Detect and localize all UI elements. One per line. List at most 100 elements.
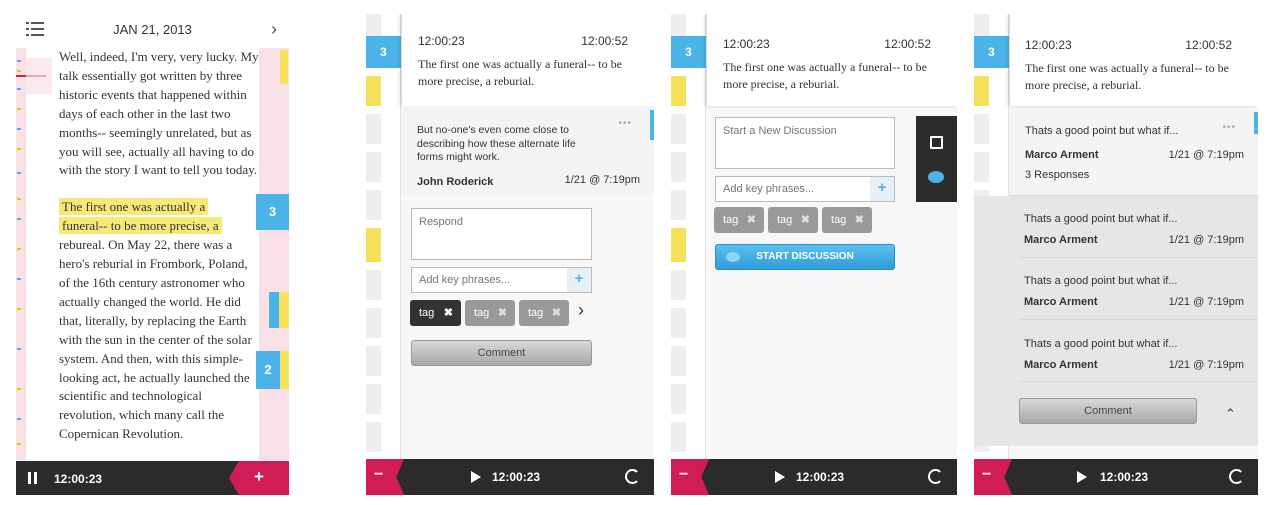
player-bar: − 12:00:23	[671, 459, 957, 495]
chevron-up-icon[interactable]: ⌃	[1225, 406, 1236, 422]
reply-date: 1/21 @ 7:19pm	[1168, 296, 1244, 308]
transcript-paragraph: Well, indeed, I'm very, very lucky. My t…	[59, 49, 259, 178]
reply-item[interactable]: Thats a good point but what if... Marco …	[1019, 258, 1258, 320]
remove-tag-icon[interactable]: ✖	[498, 306, 507, 319]
remove-tag-icon[interactable]: ✖	[855, 213, 864, 226]
highlighted-quote[interactable]: The first one was actually a funeral-- t…	[59, 198, 259, 236]
discussion-count-badge[interactable]: 3	[671, 36, 706, 68]
play-icon[interactable]	[775, 471, 785, 483]
discussion-count-badge[interactable]: 3	[256, 194, 289, 230]
comment-button[interactable]: Comment	[1019, 398, 1197, 424]
start-time: 12:00:23	[1025, 38, 1072, 52]
chevron-right-icon[interactable]: ›	[271, 19, 277, 40]
timeline-column[interactable]: 3	[366, 14, 401, 459]
key-phrase-field: +	[715, 176, 895, 202]
highlight-line: The first one was actually a	[59, 198, 209, 216]
discussion-top-post[interactable]: Thats a good point but what if... ••• Ma…	[1010, 108, 1258, 196]
comment-author: John Roderick	[417, 176, 494, 188]
key-phrase-field: +	[411, 267, 592, 293]
add-phrase-button[interactable]: +	[567, 268, 591, 292]
more-icon[interactable]: •••	[618, 118, 632, 129]
response-count[interactable]: 3 Responses	[1025, 169, 1089, 181]
refresh-icon[interactable]	[625, 469, 640, 484]
reply-text: Thats a good point but what if...	[1024, 275, 1178, 287]
highlight-line: funeral-- to be more precise, a	[59, 217, 222, 235]
remove-tag-icon[interactable]: ✖	[552, 306, 561, 319]
tag-list: tag ✖ tag ✖ tag ✖	[714, 207, 884, 235]
timeline-strip[interactable]	[16, 48, 26, 460]
post-author: Marco Arment	[1025, 149, 1099, 161]
reply-item[interactable]: Thats a good point but what if... Marco …	[1019, 196, 1258, 258]
quote-text: The first one was actually a funeral-- t…	[1025, 61, 1229, 92]
comment-button[interactable]: Comment	[411, 340, 592, 366]
thread-panel: 3 12:00:23 12:00:52 The first one was ac…	[974, 14, 1258, 495]
discussion-count-badge[interactable]: 3	[974, 36, 1009, 68]
edit-icon[interactable]	[930, 136, 943, 149]
comment-date: 1/21 @ 7:19pm	[564, 174, 640, 186]
reply-author: Marco Arment	[1024, 234, 1098, 246]
start-time: 12:00:23	[418, 34, 465, 48]
post-date: 1/21 @ 7:19pm	[1168, 149, 1244, 161]
collapse-button[interactable]: −	[974, 459, 1012, 495]
respond-panel: 3 12:00:23 12:00:52 The first one was ac…	[366, 14, 654, 495]
reply-date: 1/21 @ 7:19pm	[1168, 234, 1244, 246]
quote-text: The first one was actually a funeral-- t…	[418, 57, 622, 88]
chat-bubbles-icon[interactable]	[928, 171, 944, 183]
date-label: JAN 21, 2013	[113, 22, 192, 37]
key-phrase-input[interactable]	[412, 268, 567, 292]
respond-input[interactable]	[411, 208, 592, 260]
chat-bubbles-icon	[726, 252, 740, 262]
remove-tag-icon[interactable]: ✖	[747, 213, 756, 226]
transcript-paragraph: rebureal. On May 22, there was a hero's …	[59, 237, 252, 442]
selected-indicator	[650, 110, 654, 140]
current-time: 12:00:23	[54, 472, 103, 486]
start-discussion-button[interactable]: START DISCUSSION	[715, 244, 895, 270]
end-time: 12:00:52	[1185, 38, 1232, 52]
comment-card: But no-one's even come close to describi…	[402, 106, 654, 196]
player-bar: 12:00:23 +	[16, 461, 289, 495]
annotation-marker	[279, 292, 289, 328]
tag-chip[interactable]: tag ✖	[519, 300, 569, 326]
quote-card: 12:00:23 12:00:52 The first one was actu…	[1010, 14, 1258, 106]
quote-text: The first one was actually a funeral-- t…	[723, 60, 927, 91]
reply-list: Thats a good point but what if... Marco …	[974, 196, 1258, 446]
add-button[interactable]: +	[229, 461, 289, 495]
chevron-right-icon[interactable]: ›	[578, 300, 584, 321]
discussion-count-badge[interactable]: 2	[256, 351, 280, 389]
tag-chip[interactable]: tag ✖	[822, 207, 872, 233]
play-icon[interactable]	[471, 471, 481, 483]
selected-indicator	[1254, 112, 1258, 134]
reply-item[interactable]: Thats a good point but what if... Marco …	[1019, 320, 1258, 382]
tag-chip[interactable]: tag ✖	[714, 207, 764, 233]
tag-list: tag ✖ tag ✖ tag ✖ ›	[410, 300, 610, 328]
remove-tag-icon[interactable]: ✖	[801, 213, 810, 226]
post-text: Thats a good point but what if...	[1025, 125, 1179, 137]
quote-card: 12:00:23 12:00:52 The first one was actu…	[402, 14, 654, 106]
end-time: 12:00:52	[581, 34, 628, 48]
current-time: 12:00:23	[1100, 470, 1149, 484]
more-icon[interactable]: •••	[1222, 122, 1236, 133]
timeline-column[interactable]: 3	[671, 14, 706, 459]
side-action-bar	[916, 116, 957, 202]
remove-tag-icon[interactable]: ✖	[444, 306, 453, 319]
annotation-marker	[269, 292, 279, 328]
new-discussion-input[interactable]	[715, 117, 895, 169]
discussion-count-badge[interactable]: 3	[366, 36, 401, 68]
refresh-icon[interactable]	[1229, 469, 1244, 484]
collapse-button[interactable]: −	[366, 459, 404, 495]
tag-chip[interactable]: tag ✖	[410, 300, 461, 326]
add-phrase-button[interactable]: +	[870, 177, 894, 201]
pause-icon[interactable]	[28, 472, 38, 484]
play-icon[interactable]	[1077, 471, 1087, 483]
tag-chip[interactable]: tag ✖	[465, 300, 515, 326]
current-time: 12:00:23	[492, 470, 541, 484]
quote-card: 12:00:23 12:00:52 The first one was actu…	[707, 14, 957, 106]
refresh-icon[interactable]	[928, 469, 943, 484]
reply-author: Marco Arment	[1024, 359, 1098, 371]
tag-chip[interactable]: tag ✖	[768, 207, 818, 233]
start-time: 12:00:23	[723, 37, 770, 51]
collapse-button[interactable]: −	[671, 459, 709, 495]
reply-date: 1/21 @ 7:19pm	[1168, 359, 1244, 371]
reply-text: Thats a good point but what if...	[1024, 338, 1178, 350]
key-phrase-input[interactable]	[716, 177, 870, 201]
